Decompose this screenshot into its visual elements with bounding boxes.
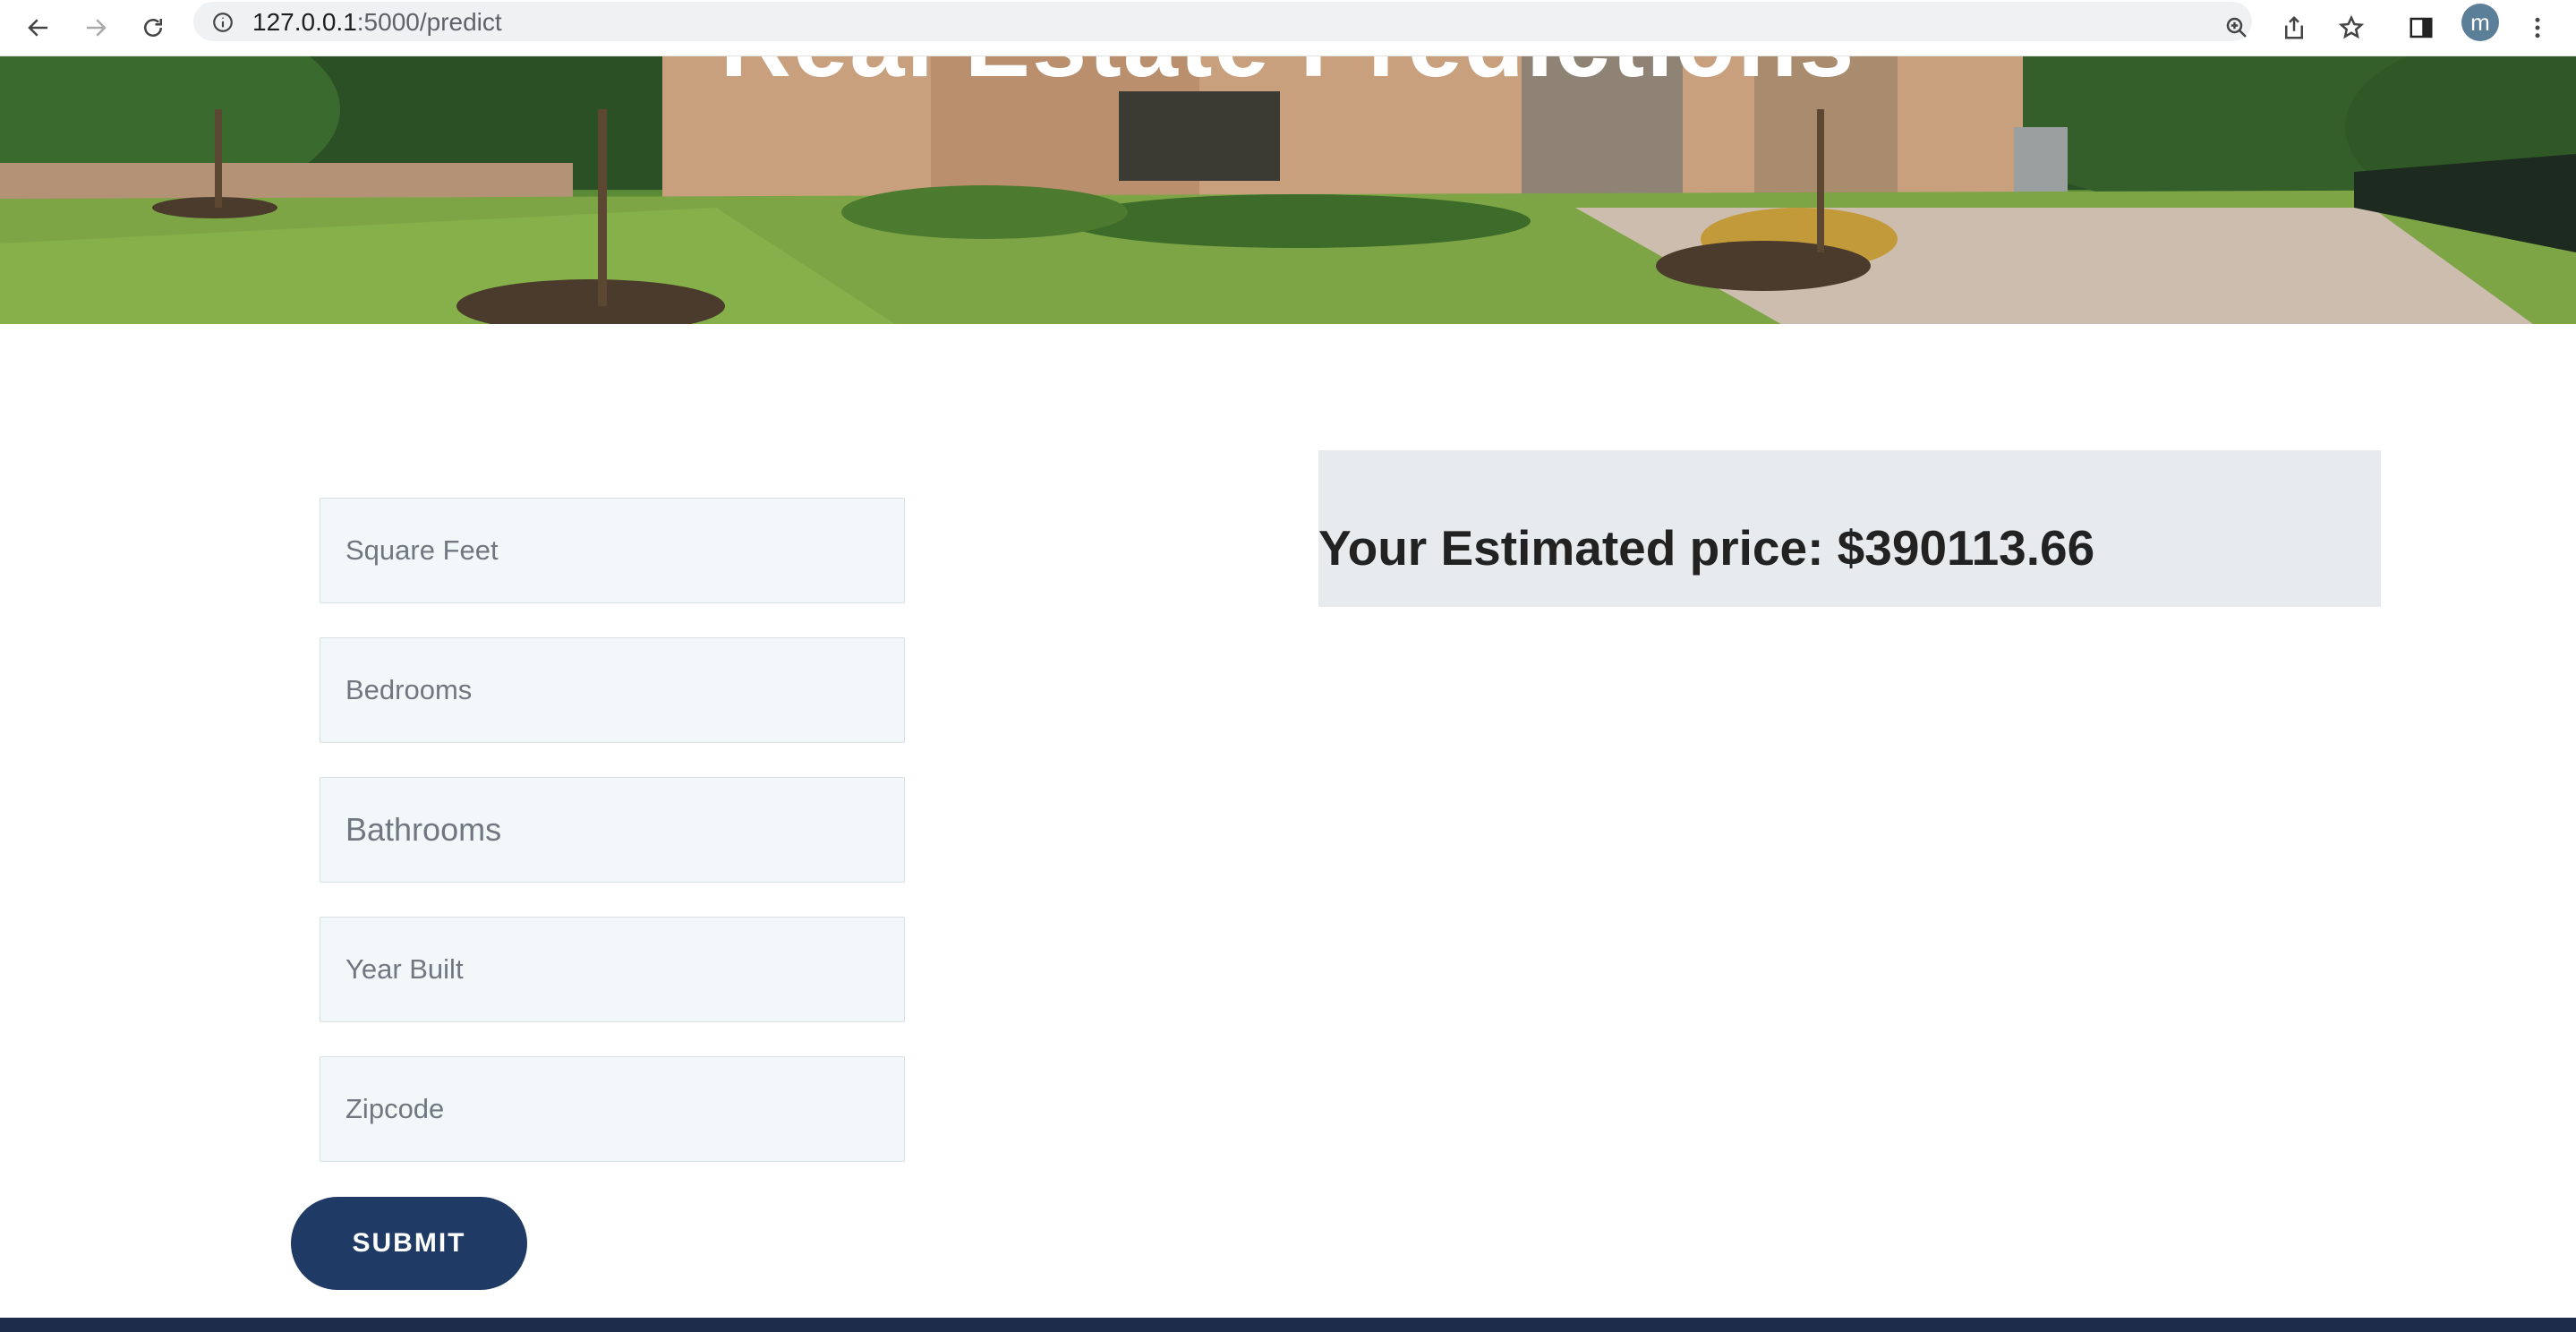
hero-banner: Real Estate Predictions <box>0 56 2576 324</box>
bedrooms-input[interactable] <box>320 637 905 743</box>
side-panel-icon <box>2410 17 2433 38</box>
address-bar[interactable]: 127.0.0.1:5000/predict <box>193 2 2252 41</box>
url-text: 127.0.0.1:5000/predict <box>252 8 502 36</box>
profile-avatar[interactable]: m <box>2461 4 2499 41</box>
browser-toolbar: 127.0.0.1:5000/predict m <box>0 0 2576 56</box>
site-info-icon[interactable] <box>211 11 235 34</box>
forward-arrow-icon <box>87 19 107 37</box>
bathrooms-input[interactable] <box>320 777 905 883</box>
forward-button[interactable] <box>75 7 116 48</box>
reload-icon <box>144 19 162 37</box>
submit-button[interactable]: SUBMIT <box>291 1197 527 1290</box>
share-icon <box>2285 15 2303 39</box>
square-feet-input[interactable] <box>320 498 905 603</box>
zoom-button[interactable] <box>2216 7 2257 48</box>
reload-button[interactable] <box>132 7 174 48</box>
star-icon <box>2338 14 2365 39</box>
share-button[interactable] <box>2273 7 2315 48</box>
more-vert-icon <box>2535 17 2540 38</box>
bookmark-button[interactable] <box>2331 7 2372 48</box>
footer-strip <box>0 1318 2576 1332</box>
hero-title: Real Estate Predictions <box>0 56 2576 99</box>
back-button[interactable] <box>18 7 59 48</box>
zoom-icon <box>2226 17 2247 38</box>
menu-button[interactable] <box>2517 7 2558 48</box>
year-built-input[interactable] <box>320 917 905 1022</box>
result-panel: Your Estimated price: $390113.66 <box>1318 450 2381 607</box>
side-panel-button[interactable] <box>2401 7 2442 48</box>
estimated-price-text: Your Estimated price: $390113.66 <box>1318 520 2095 576</box>
zipcode-input[interactable] <box>320 1056 905 1162</box>
back-arrow-icon <box>28 19 47 37</box>
